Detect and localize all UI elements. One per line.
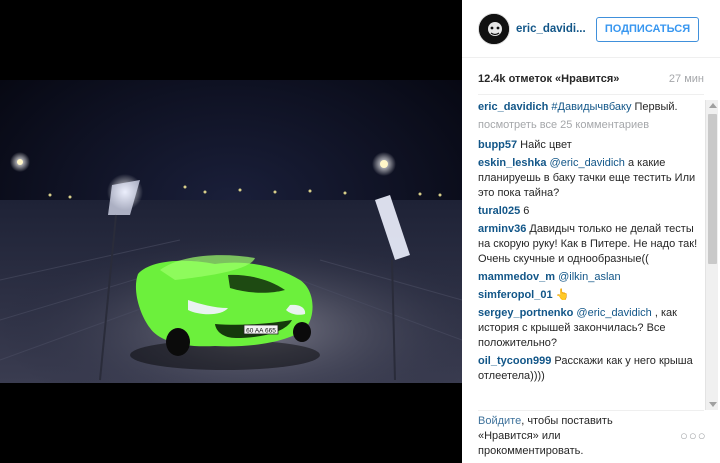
follow-button[interactable]: ПОДПИСАТЬСЯ [596, 17, 699, 42]
comment-text: 👆 [552, 289, 570, 301]
comment-item: mammedov_m @ilkin_aslan [478, 270, 700, 285]
comments-list: eric_davidich #Давидычвбаку Первый. посм… [478, 100, 700, 408]
login-link[interactable]: Войдите [478, 415, 521, 427]
caption-text: Первый. [631, 101, 678, 113]
comment-username-link[interactable]: tural025 [478, 205, 520, 217]
comment-mention-link[interactable]: @eric_davidich [573, 307, 651, 319]
post-header: eric_davidi... ПОДПИСАТЬСЯ [462, 0, 720, 58]
comment-item: tural025 6 [478, 204, 700, 219]
comment-username-link[interactable]: simferopol_01 [478, 289, 553, 301]
instagram-post-modal: 60 AA 665 eric_davidi... ПОДПИСАТЬСЯ 12.… [0, 0, 720, 463]
comment-username-link[interactable]: arminv36 [478, 223, 526, 235]
profile-username-link[interactable]: eric_davidi... [516, 23, 586, 35]
avatar-image [479, 14, 509, 44]
comment-mention-link[interactable]: @ilkin_aslan [555, 271, 621, 283]
comment-item: arminv36 Давидыч только не делай тесты н… [478, 222, 700, 267]
comment-item: simferopol_01 👆 [478, 288, 700, 303]
comment-username-link[interactable]: oil_tycoon999 [478, 355, 551, 367]
view-all-comments-link[interactable]: посмотреть все 25 комментариев [478, 118, 700, 133]
post-photo-image: 60 AA 665 [0, 80, 462, 383]
post-photo[interactable]: 60 AA 665 [0, 80, 462, 383]
caption: eric_davidich #Давидычвбаку Первый. [478, 100, 700, 115]
caption-hashtag-link[interactable]: #Давидычвбаку [551, 101, 631, 113]
divider [478, 410, 704, 411]
login-prompt: Войдите, чтобы поставить «Нравится» или … [478, 414, 653, 459]
comments-scrollbar[interactable] [705, 100, 718, 410]
comment-mention-link[interactable]: @eric_davidich [547, 157, 625, 169]
likes-count[interactable]: 12.4k отметок «Нравится» [478, 73, 619, 85]
post-sidebar: eric_davidi... ПОДПИСАТЬСЯ 12.4k отметок… [462, 0, 720, 463]
likes-row: 12.4k отметок «Нравится» 27 мин [478, 73, 704, 89]
divider [478, 94, 704, 95]
license-plate-text: 60 AA 665 [246, 328, 276, 335]
scroll-thumb[interactable] [708, 114, 717, 264]
comment-username-link[interactable]: eskin_leshka [478, 157, 547, 169]
scroll-down-arrow-icon[interactable] [709, 402, 717, 407]
comment-username-link[interactable]: mammedov_m [478, 271, 555, 283]
scroll-up-arrow-icon[interactable] [709, 103, 717, 108]
comment-text: 6 [520, 205, 530, 217]
comment-item: sergey_portnenko @eric_davidich , как ис… [478, 306, 700, 351]
comment-item: oil_tycoon999 Расскажи как у него крыша … [478, 354, 700, 384]
more-options-icon[interactable]: ○○○ [680, 428, 707, 443]
avatar[interactable] [478, 13, 510, 45]
comment-text: Найс цвет [517, 139, 572, 151]
caption-username-link[interactable]: eric_davidich [478, 101, 548, 113]
comment-username-link[interactable]: sergey_portnenko [478, 307, 573, 319]
comment-item: bupp57 Найс цвет [478, 138, 700, 153]
post-time-ago[interactable]: 27 мин [669, 73, 704, 85]
comment-username-link[interactable]: bupp57 [478, 139, 517, 151]
photo-pane: 60 AA 665 [0, 0, 462, 463]
comment-item: eskin_leshka @eric_davidich а какие план… [478, 156, 700, 201]
